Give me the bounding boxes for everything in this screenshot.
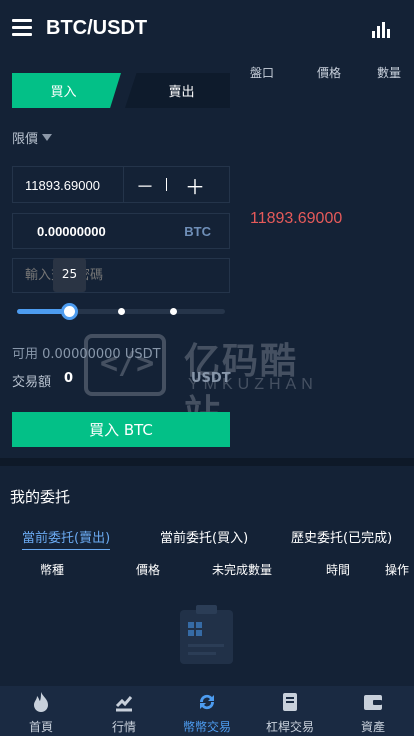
nav-label: 首頁 (28, 720, 53, 734)
price-decrease-button[interactable]: － (136, 173, 154, 199)
page-title: BTC/USDT (46, 17, 148, 39)
orderbook-col-side: 盤口 (250, 66, 275, 80)
order-type-label: 限價 (12, 132, 39, 147)
clipboard-empty-icon (180, 605, 233, 664)
percent-slider[interactable] (17, 303, 225, 320)
price-stepper: 11893.69000 － ＋ (12, 166, 230, 203)
amount-unit: BTC (184, 224, 211, 239)
nav-market[interactable]: 行情 (83, 686, 165, 736)
slider-step-50[interactable] (118, 308, 125, 315)
watermark: </> 亿码酷站 YMKUZHAN (84, 330, 334, 434)
col-action: 操作 (385, 563, 410, 577)
tab-current-sell[interactable]: 當前委托(賣出) (22, 527, 111, 550)
hamburger-menu-icon[interactable] (12, 19, 32, 37)
document-icon (283, 693, 297, 711)
last-price: 11893.69000 (250, 210, 343, 227)
nav-spot-trade[interactable]: 幣幣交易 (166, 686, 248, 736)
trade-password-field[interactable] (12, 258, 230, 293)
tab-sell[interactable]: 賣出 (125, 73, 230, 108)
top-header: BTC/USDT (0, 0, 414, 58)
bottom-nav: 首頁 行情 幣幣交易 杠桿交易 資產 (0, 686, 414, 736)
amount-field[interactable]: 0.00000000 BTC (12, 213, 230, 249)
trade-password-input[interactable] (13, 259, 229, 292)
nav-label: 資產 (360, 720, 385, 734)
nav-margin-trade[interactable]: 杠桿交易 (249, 686, 331, 736)
nav-assets[interactable]: 資產 (332, 686, 414, 736)
orderbook-col-price: 價格 (317, 66, 342, 80)
order-type-select[interactable]: 限價 (12, 128, 53, 147)
wallet-icon (364, 695, 382, 710)
nav-label: 幣幣交易 (182, 720, 231, 734)
price-increase-button[interactable]: ＋ (185, 171, 205, 200)
trend-icon (115, 696, 133, 712)
exchange-icon (199, 694, 215, 710)
volume-unit: USDT (191, 371, 231, 386)
col-remaining: 未完成數量 (212, 563, 273, 577)
my-orders-title: 我的委托 (10, 488, 71, 506)
col-price: 價格 (136, 563, 161, 577)
caret-down-icon (42, 134, 53, 141)
trade-side-tabs: 買入 賣出 (12, 73, 230, 108)
available-balance: 可用 0.00000000 USDT (12, 347, 161, 362)
nav-home[interactable]: 首頁 (0, 686, 82, 736)
divider (166, 178, 167, 191)
volume-label: 交易額 (12, 375, 52, 390)
section-divider (0, 458, 414, 466)
amount-input[interactable]: 0.00000000 (37, 224, 106, 239)
tab-current-buy[interactable]: 當前委托(買入) (160, 527, 248, 546)
divider (123, 167, 124, 202)
tab-history[interactable]: 歷史委托(已完成) (291, 527, 392, 546)
buy-submit-button[interactable]: 買入 BTC (12, 412, 230, 447)
nav-label: 杠桿交易 (265, 720, 314, 734)
col-time: 時間 (326, 563, 351, 577)
slider-step-75[interactable] (170, 308, 177, 315)
volume-value: 0 (64, 371, 74, 386)
slider-tooltip: 25 (53, 258, 86, 292)
flame-icon (34, 692, 48, 712)
col-currency: 幣種 (40, 563, 65, 577)
slider-handle[interactable] (61, 303, 78, 320)
bar-chart-icon[interactable] (372, 22, 390, 38)
orderbook-col-amount: 數量 (377, 66, 402, 80)
nav-label: 行情 (111, 720, 136, 734)
tab-buy[interactable]: 買入 (12, 73, 121, 108)
price-input[interactable]: 11893.69000 (25, 178, 100, 193)
